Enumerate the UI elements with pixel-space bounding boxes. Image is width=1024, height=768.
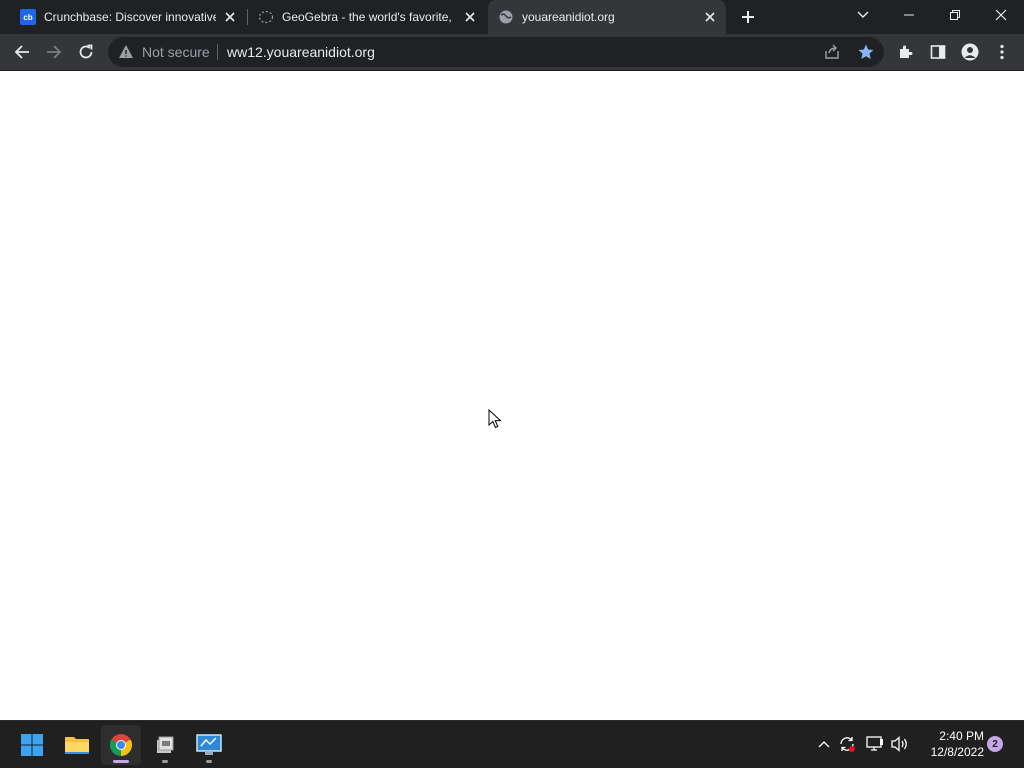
omnibox-divider: [217, 44, 218, 60]
close-icon[interactable]: [222, 9, 238, 25]
geogebra-icon: [258, 9, 274, 25]
browser-toolbar: Not secure ww12.youareanidiot.org: [0, 34, 1024, 71]
start-button[interactable]: [12, 725, 52, 765]
sync-icon: [840, 737, 855, 752]
tab-title: GeoGebra - the world's favorite,: [282, 10, 452, 24]
tab-title: youareanidiot.org: [522, 10, 615, 24]
tab-strip: cb Crunchbase: Discover innovative GeoGe…: [0, 0, 1024, 34]
taskbar: 2:40 PM 12/8/2022: [0, 720, 1024, 768]
network-tray-button[interactable]: [865, 733, 885, 755]
tab-search-button[interactable]: [851, 3, 875, 27]
remote-desktop-taskbar-button[interactable]: [189, 725, 229, 765]
security-label[interactable]: Not secure: [142, 44, 210, 60]
chevron-up-icon: [818, 741, 830, 748]
tab-crunchbase[interactable]: cb Crunchbase: Discover innovative: [0, 0, 246, 34]
arrow-left-icon: [14, 45, 29, 59]
bookmark-star-icon[interactable]: [857, 43, 875, 61]
close-window-button[interactable]: [978, 0, 1024, 30]
windows-logo-icon: [21, 734, 43, 756]
sync-tray-button[interactable]: [837, 733, 857, 755]
network-icon: [866, 736, 883, 751]
restore-icon: [950, 10, 960, 20]
clock-date: 12/8/2022: [930, 745, 984, 759]
crunchbase-favicon-icon: cb: [20, 9, 36, 25]
app-taskbar-button[interactable]: [145, 725, 185, 765]
clock-time: 2:40 PM: [939, 729, 984, 743]
tab-title: Crunchbase: Discover innovative: [44, 10, 216, 24]
close-icon[interactable]: [702, 9, 718, 25]
new-tab-button[interactable]: [736, 5, 760, 29]
address-bar[interactable]: Not secure ww12.youareanidiot.org: [108, 37, 884, 67]
side-panel-button[interactable]: [924, 38, 952, 66]
open-indicator: [206, 760, 212, 763]
folder-icon: [65, 737, 89, 754]
forward-button[interactable]: [40, 38, 68, 66]
active-indicator: [113, 760, 129, 763]
clock[interactable]: 2:40 PM 12/8/2022: [914, 728, 984, 760]
file-explorer-button[interactable]: [57, 725, 97, 765]
chrome-taskbar-button[interactable]: [101, 725, 141, 765]
remote-desktop-icon: [196, 734, 222, 755]
app-icon: [157, 736, 174, 753]
notification-badge[interactable]: 2: [987, 736, 1003, 752]
extensions-button[interactable]: [892, 38, 920, 66]
mouse-cursor-icon: [488, 408, 502, 429]
tab-youareanidiot[interactable]: youareanidiot.org: [488, 0, 726, 34]
minimize-icon: [904, 14, 914, 16]
plus-icon: [742, 11, 754, 23]
minimize-button[interactable]: [886, 0, 932, 30]
reload-button[interactable]: [72, 38, 100, 66]
chrome-icon: [110, 734, 132, 756]
kebab-menu-icon: [1000, 44, 1004, 60]
page-content[interactable]: [0, 71, 1024, 720]
close-icon[interactable]: [462, 9, 478, 25]
arrow-right-icon: [47, 45, 62, 59]
open-indicator: [162, 760, 168, 763]
volume-tray-button[interactable]: [890, 733, 910, 755]
puzzle-icon: [900, 45, 913, 58]
tab-geogebra[interactable]: GeoGebra - the world's favorite,: [248, 0, 486, 34]
back-button[interactable]: [8, 38, 36, 66]
show-hidden-icons-button[interactable]: [814, 733, 834, 755]
menu-button[interactable]: [988, 38, 1016, 66]
globe-icon: [498, 9, 514, 25]
speaker-icon: [891, 736, 907, 752]
warning-icon[interactable]: [118, 44, 134, 60]
reload-icon: [79, 44, 93, 59]
profile-button[interactable]: [956, 38, 984, 66]
chevron-down-icon: [857, 11, 869, 18]
restore-button[interactable]: [932, 0, 978, 30]
share-icon[interactable]: [824, 44, 840, 60]
profile-icon: [961, 43, 979, 61]
close-icon: [995, 9, 1007, 21]
side-panel-icon: [930, 45, 946, 59]
url-text[interactable]: ww12.youareanidiot.org: [227, 44, 375, 60]
